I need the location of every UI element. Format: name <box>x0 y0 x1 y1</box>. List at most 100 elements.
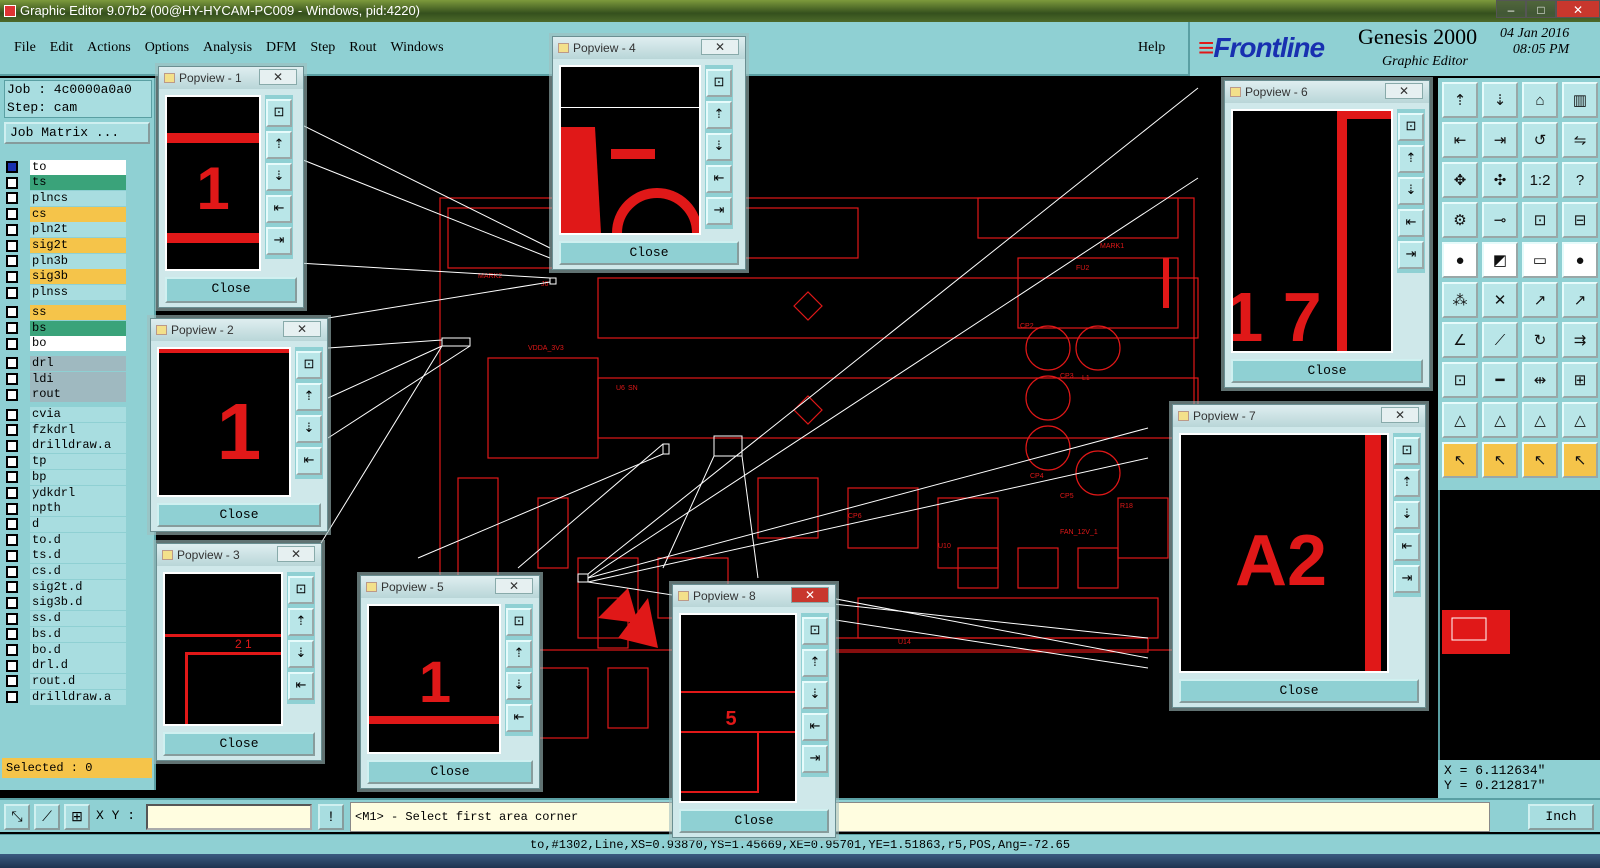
popview-window-4[interactable]: Popview - 4 ✕ ⊡ ⇡ ⇣ ⇤ ⇥ Close <box>552 36 746 270</box>
tool-icon-15[interactable]: ⊡ <box>1522 202 1558 238</box>
popview-close-button[interactable]: Close <box>367 760 533 784</box>
tool-icon-8[interactable]: ⇋ <box>1562 122 1598 158</box>
job-matrix-button[interactable]: Job Matrix ... <box>4 122 150 144</box>
layer-row[interactable]: ts <box>6 175 126 191</box>
layer-row[interactable]: bs.d <box>6 626 126 642</box>
tool-icon-40[interactable]: ↖ <box>1562 442 1598 478</box>
popview-nav-icon[interactable]: ⇤ <box>506 704 532 732</box>
layer-checkbox[interactable] <box>6 176 18 189</box>
popview-zoom-area[interactable]: 1 <box>367 604 501 754</box>
tool-icon-4[interactable]: ▥ <box>1562 82 1598 118</box>
layer-checkbox[interactable] <box>6 518 18 531</box>
popview-nav-icon[interactable]: ⊡ <box>706 69 732 97</box>
popview-titlebar[interactable]: Popview - 7 ✕ <box>1173 405 1425 427</box>
popview-zoom-area[interactable] <box>559 65 701 235</box>
layer-checkbox[interactable] <box>6 502 18 515</box>
tool-icon-5[interactable]: ⇤ <box>1442 122 1478 158</box>
layer-checkbox[interactable] <box>6 659 18 672</box>
popview-window-2[interactable]: Popview - 2 ✕ 1 ⊡ ⇡ ⇣ ⇤ Close <box>150 318 328 532</box>
menu-analysis[interactable]: Analysis <box>203 40 252 56</box>
layer-checkbox[interactable] <box>6 408 18 421</box>
layer-checkbox[interactable] <box>6 322 18 334</box>
popview-close-button[interactable]: Close <box>165 277 297 303</box>
popview-zoom-area[interactable]: 1 <box>157 347 291 497</box>
popview-close-icon[interactable]: ✕ <box>1385 83 1423 99</box>
layer-checkbox[interactable] <box>6 223 18 236</box>
popview-close-icon[interactable]: ✕ <box>277 546 315 562</box>
layer-row[interactable]: rout <box>6 387 126 403</box>
popview-window-1[interactable]: Popview - 1 ✕ 1 ⊡ ⇡ ⇣ ⇤ ⇥ Close <box>158 66 304 308</box>
layer-row[interactable]: sig3b.d <box>6 595 126 611</box>
tool-icon-16[interactable]: ⊟ <box>1562 202 1598 238</box>
tool-icon-36[interactable]: △ <box>1562 402 1598 438</box>
popview-titlebar[interactable]: Popview - 1 ✕ <box>159 67 303 89</box>
popview-nav-icon[interactable]: ⇡ <box>266 131 292 159</box>
popview-nav-icon[interactable]: ⇤ <box>1398 209 1424 237</box>
layer-checkbox[interactable] <box>6 487 18 499</box>
popview-nav-icon[interactable]: ⊡ <box>802 617 828 645</box>
popview-nav-icon[interactable]: ⇡ <box>1398 145 1424 173</box>
layer-row[interactable]: cs.d <box>6 564 126 580</box>
layer-row[interactable]: fzkdrl <box>6 422 126 438</box>
popview-window-8[interactable]: Popview - 8 ✕ 5 ⊡ ⇡ ⇣ ⇤ ⇥ Close <box>672 584 836 838</box>
popview-close-icon[interactable]: ✕ <box>259 69 297 85</box>
tool-icon-39[interactable]: ↖ <box>1522 442 1558 478</box>
popview-close-button[interactable]: Close <box>559 241 739 265</box>
popview-close-icon[interactable]: ✕ <box>791 587 829 603</box>
tool-icon-38[interactable]: ↖ <box>1482 442 1518 478</box>
layer-checkbox[interactable] <box>6 596 18 609</box>
tool-icon-3[interactable]: ⌂ <box>1522 82 1558 118</box>
tool-icon-2[interactable]: ⇣ <box>1482 82 1518 118</box>
popview-nav-icon[interactable]: ⇥ <box>1394 565 1420 593</box>
popview-nav-icon[interactable]: ⇥ <box>266 227 292 255</box>
tool-icon-10[interactable]: ✣ <box>1482 162 1518 198</box>
popview-nav-icon[interactable]: ⇣ <box>296 415 322 443</box>
tool-icon-23[interactable]: ↗ <box>1522 282 1558 318</box>
popview-nav-icon[interactable]: ⊡ <box>1398 113 1424 141</box>
layer-row[interactable]: plncs <box>6 190 126 206</box>
menu-rout[interactable]: Rout <box>349 40 376 56</box>
layer-row[interactable]: cs <box>6 206 126 222</box>
layer-checkbox[interactable] <box>6 534 18 547</box>
tool-icon-20[interactable]: ● <box>1562 242 1598 278</box>
layer-row[interactable]: sig2t.d <box>6 579 126 595</box>
layer-checkbox[interactable] <box>6 373 18 386</box>
popview-nav-icon[interactable]: ⊡ <box>266 99 292 127</box>
tool-icon-6[interactable]: ⇥ <box>1482 122 1518 158</box>
layer-checkbox[interactable] <box>6 439 18 452</box>
tool-icon-14[interactable]: ⊸ <box>1482 202 1518 238</box>
popview-titlebar[interactable]: Popview - 5 ✕ <box>361 576 539 598</box>
layer-checkbox[interactable] <box>6 612 18 625</box>
popview-zoom-area[interactable]: 1 7 <box>1231 109 1393 353</box>
popview-close-button[interactable]: Close <box>163 732 315 756</box>
popview-titlebar[interactable]: Popview - 8 ✕ <box>673 585 835 607</box>
layer-row[interactable]: sig2t <box>6 238 126 254</box>
menu-options[interactable]: Options <box>145 40 189 56</box>
layer-row[interactable]: rout.d <box>6 673 126 689</box>
popview-zoom-area[interactable]: 1 <box>165 95 261 271</box>
layer-checkbox[interactable] <box>6 675 18 688</box>
tool-icon-1[interactable]: ⇡ <box>1442 82 1478 118</box>
popview-nav-icon[interactable]: ⇣ <box>1398 177 1424 205</box>
layer-checkbox[interactable] <box>6 286 18 299</box>
menu-step[interactable]: Step <box>310 40 335 56</box>
layer-row[interactable]: drl.d <box>6 658 126 674</box>
layer-checkbox[interactable] <box>6 357 18 370</box>
layer-row[interactable]: bs <box>6 320 126 336</box>
popview-nav-icon[interactable]: ⇣ <box>1394 501 1420 529</box>
popview-nav-icon[interactable]: ⇣ <box>266 163 292 191</box>
popview-nav-icon[interactable]: ⇡ <box>296 383 322 411</box>
popview-nav-icon[interactable]: ⇤ <box>266 195 292 223</box>
popview-titlebar[interactable]: Popview - 3 ✕ <box>157 544 321 566</box>
tool-icon-18[interactable]: ◩ <box>1482 242 1518 278</box>
popview-nav-icon[interactable]: ⇡ <box>1394 469 1420 497</box>
tool-icon-31[interactable]: ⇹ <box>1522 362 1558 398</box>
layer-row[interactable]: sig3b <box>6 269 126 285</box>
tool-icon-35[interactable]: △ <box>1522 402 1558 438</box>
tool-icon-37[interactable]: ↖ <box>1442 442 1478 478</box>
popview-zoom-area[interactable]: 5 <box>679 613 797 803</box>
measure-icon[interactable]: ⟋ <box>34 804 60 830</box>
popview-nav-icon[interactable]: ⊡ <box>506 608 532 636</box>
menu-edit[interactable]: Edit <box>50 40 73 56</box>
popview-nav-icon[interactable]: ⇣ <box>706 133 732 161</box>
